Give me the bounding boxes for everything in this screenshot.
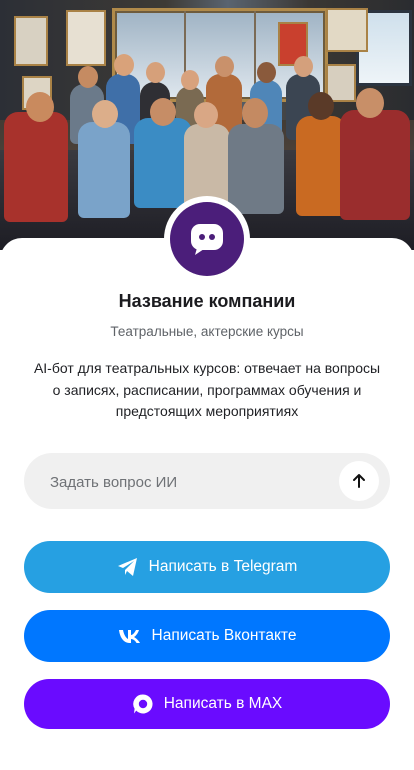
person-head xyxy=(215,56,234,77)
max-button[interactable]: Написать в MAX xyxy=(24,679,390,729)
poster xyxy=(66,10,106,66)
send-button[interactable] xyxy=(339,461,379,501)
telegram-icon xyxy=(117,557,139,577)
person-head xyxy=(308,92,334,120)
company-name: Название компании xyxy=(118,291,296,311)
person-head xyxy=(150,98,176,126)
person-head xyxy=(78,66,98,88)
person-head xyxy=(146,62,165,83)
company-avatar xyxy=(164,196,250,282)
poster xyxy=(326,8,368,52)
vk-button-label: Написать Вконтакте xyxy=(151,627,297,644)
person-head xyxy=(242,98,268,128)
person-head xyxy=(181,70,199,90)
person-head xyxy=(194,102,218,128)
ask-ai-field xyxy=(24,453,390,511)
ask-ai-input[interactable] xyxy=(48,453,352,511)
max-button-label: Написать в MAX xyxy=(163,695,283,712)
poster xyxy=(14,16,48,66)
company-subtitle: Театральные, актерские курсы xyxy=(110,324,304,339)
person xyxy=(296,116,346,216)
person xyxy=(228,124,284,214)
person-head xyxy=(356,88,384,118)
person-head xyxy=(114,54,134,76)
avatar-circle xyxy=(170,202,244,276)
vk-icon xyxy=(118,628,142,644)
person-head xyxy=(257,62,276,83)
person xyxy=(4,112,68,222)
person xyxy=(340,110,410,220)
max-icon xyxy=(132,693,154,715)
person-head xyxy=(294,56,313,77)
person-head xyxy=(92,100,118,128)
person xyxy=(78,122,130,218)
person-head xyxy=(26,92,54,122)
telegram-button-label: Написать в Telegram xyxy=(148,558,298,575)
telegram-button[interactable]: Написать в Telegram xyxy=(24,541,390,593)
company-description: AI-бот для театральных курсов: отвечает … xyxy=(33,360,381,419)
arrow-up-icon xyxy=(353,474,365,488)
chat-bot-icon xyxy=(191,224,223,255)
vk-button[interactable]: Написать Вконтакте xyxy=(24,610,390,662)
